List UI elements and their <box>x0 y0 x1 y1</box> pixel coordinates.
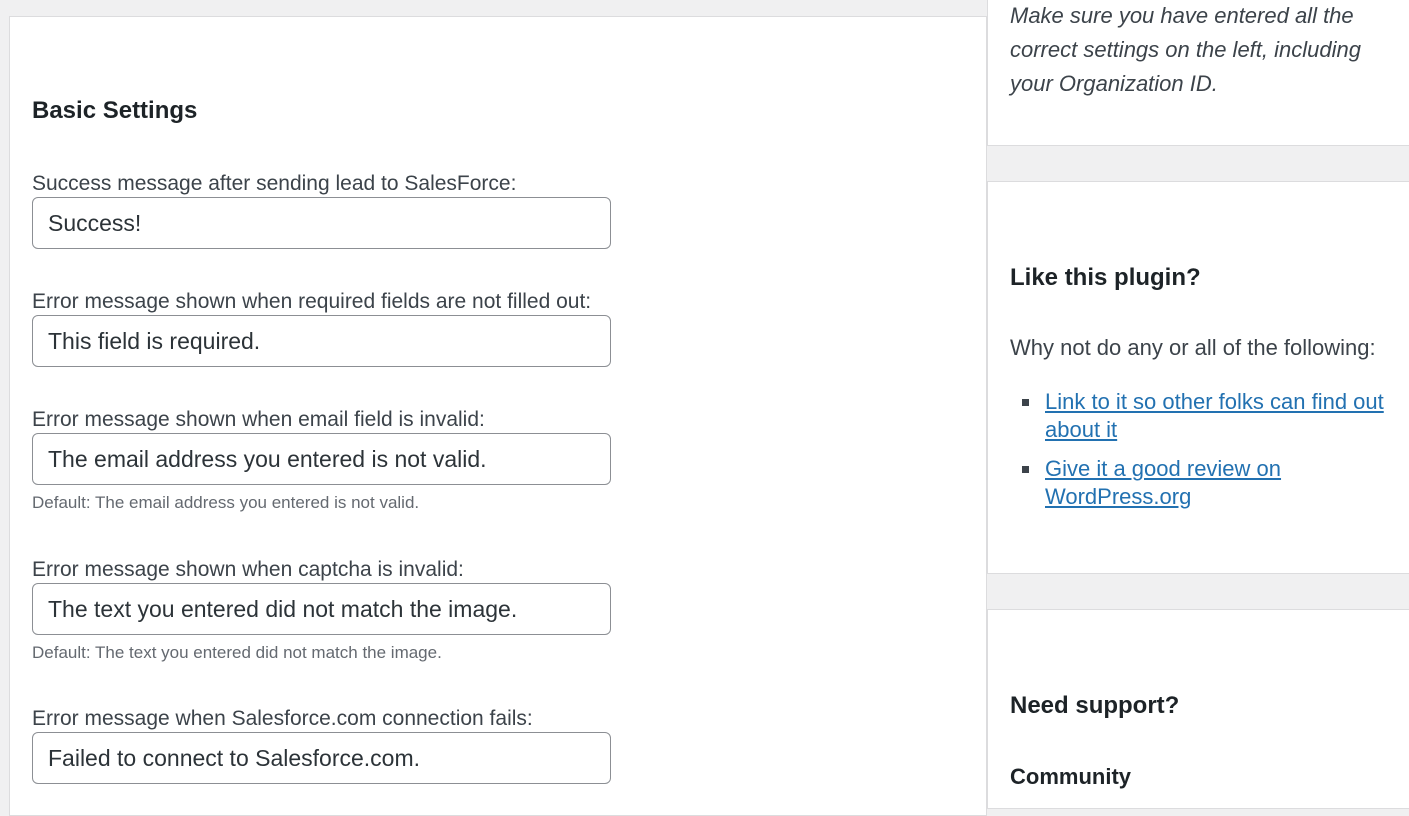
list-item: Give it a good review on WordPress.org <box>1010 455 1409 511</box>
email-error-input[interactable] <box>32 433 611 485</box>
list-item: Link to it so other folks can find out a… <box>1010 388 1409 444</box>
settings-panel: Basic Settings Success message after sen… <box>9 16 987 816</box>
plugin-promo-links: Link to it so other folks can find out a… <box>1010 388 1409 522</box>
email-error-label: Error message shown when email field is … <box>32 408 485 431</box>
bullet-icon <box>1022 399 1029 406</box>
required-error-input[interactable] <box>32 315 611 367</box>
connection-error-input[interactable] <box>32 732 611 784</box>
connection-error-label: Error message when Salesforce.com connec… <box>32 707 533 730</box>
review-plugin-link[interactable]: Give it a good review on WordPress.org <box>1045 456 1281 509</box>
success-message-field: Success message after sending lead to Sa… <box>32 171 682 249</box>
support-box: Need support? Community <box>987 609 1409 809</box>
link-to-plugin[interactable]: Link to it so other folks can find out a… <box>1045 389 1384 442</box>
settings-note-box: Make sure you have entered all the corre… <box>987 0 1409 146</box>
captcha-error-field: Error message shown when captcha is inva… <box>32 557 682 663</box>
required-error-label: Error message shown when required fields… <box>32 290 592 313</box>
captcha-error-input[interactable] <box>32 583 611 635</box>
email-error-field: Error message shown when email field is … <box>32 407 682 513</box>
community-heading: Community <box>1010 764 1131 789</box>
captcha-error-hint: Default: The text you entered did not ma… <box>32 643 442 662</box>
support-heading: Need support? <box>1010 692 1180 719</box>
email-error-hint: Default: The email address you entered i… <box>32 493 420 512</box>
section-title: Basic Settings <box>32 97 198 124</box>
settings-note: Make sure you have entered all the corre… <box>1010 3 1361 96</box>
plugin-promo-box: Like this plugin? Why not do any or all … <box>987 181 1409 574</box>
required-error-field: Error message shown when required fields… <box>32 289 682 367</box>
connection-error-field: Error message when Salesforce.com connec… <box>32 706 682 784</box>
plugin-promo-intro: Why not do any or all of the following: <box>1010 335 1376 360</box>
success-message-label: Success message after sending lead to Sa… <box>32 172 517 195</box>
plugin-promo-heading: Like this plugin? <box>1010 264 1201 291</box>
captcha-error-label: Error message shown when captcha is inva… <box>32 558 464 581</box>
bullet-icon <box>1022 466 1029 473</box>
success-message-input[interactable] <box>32 197 611 249</box>
